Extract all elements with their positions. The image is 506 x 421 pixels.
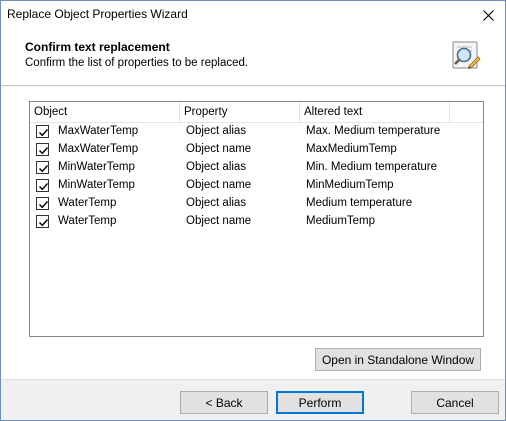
row-altered-text: MinMediumTemp <box>306 179 394 191</box>
checkmark-icon <box>39 147 49 155</box>
close-icon <box>482 9 494 21</box>
row-object: MaxWaterTemp <box>58 125 139 137</box>
row-property: Object alias <box>186 125 247 137</box>
row-object: MaxWaterTemp <box>58 143 139 155</box>
perform-button[interactable]: Perform <box>276 391 364 414</box>
list-item[interactable]: WaterTemp Object alias Medium temperatur… <box>30 195 483 213</box>
row-checkbox[interactable] <box>36 215 49 228</box>
row-altered-text: Min. Medium temperature <box>306 161 438 173</box>
wizard-window: Replace Object Properties Wizard Confirm… <box>0 0 506 421</box>
list-item[interactable]: MaxWaterTemp Object name MaxMediumTemp <box>30 141 483 159</box>
back-button[interactable]: < Back <box>180 391 268 414</box>
row-checkbox[interactable] <box>36 179 49 192</box>
column-header-object[interactable]: Object <box>30 102 180 123</box>
checkmark-icon <box>39 219 49 227</box>
checkmark-icon <box>39 165 49 173</box>
close-button[interactable] <box>471 1 505 29</box>
magnifier-edit-icon <box>452 41 481 69</box>
row-object: MinWaterTemp <box>58 161 135 173</box>
list-item[interactable]: WaterTemp Object name MediumTemp <box>30 213 483 231</box>
row-altered-text: MediumTemp <box>306 215 376 227</box>
page-subtitle: Confirm the list of properties to be rep… <box>25 57 249 69</box>
checkmark-icon <box>39 183 49 191</box>
wizard-footer: < Back Perform Cancel <box>1 379 505 420</box>
checkmark-icon <box>39 201 49 209</box>
window-title: Replace Object Properties Wizard <box>7 7 188 21</box>
properties-list[interactable]: Object Property Altered text MaxWaterTem… <box>29 101 484 337</box>
column-header-altered-text[interactable]: Altered text <box>300 102 450 123</box>
wizard-body: Object Property Altered text MaxWaterTem… <box>1 87 505 379</box>
row-property: Object alias <box>186 197 247 209</box>
row-property: Object name <box>186 179 252 191</box>
cancel-button[interactable]: Cancel <box>411 391 499 414</box>
row-object: MinWaterTemp <box>58 179 135 191</box>
list-item[interactable]: MinWaterTemp Object alias Min. Medium te… <box>30 159 483 177</box>
list-item[interactable]: MaxWaterTemp Object alias Max. Medium te… <box>30 123 483 141</box>
row-object: WaterTemp <box>58 215 117 227</box>
row-property: Object name <box>186 215 252 227</box>
column-header-property[interactable]: Property <box>180 102 300 123</box>
row-altered-text: MaxMediumTemp <box>306 143 397 155</box>
row-checkbox[interactable] <box>36 197 49 210</box>
list-header: Object Property Altered text <box>30 102 483 123</box>
row-checkbox[interactable] <box>36 143 49 156</box>
open-standalone-window-button[interactable]: Open in Standalone Window <box>315 348 481 371</box>
page-title: Confirm text replacement <box>25 40 170 54</box>
row-property: Object alias <box>186 161 247 173</box>
row-altered-text: Max. Medium temperature <box>306 125 441 137</box>
row-object: WaterTemp <box>58 197 117 209</box>
checkmark-icon <box>39 129 49 137</box>
title-bar: Replace Object Properties Wizard <box>1 1 505 29</box>
wizard-header: Confirm text replacement Confirm the lis… <box>1 29 505 86</box>
row-checkbox[interactable] <box>36 125 49 138</box>
row-altered-text: Medium temperature <box>306 197 413 209</box>
list-item[interactable]: MinWaterTemp Object name MinMediumTemp <box>30 177 483 195</box>
list-rows: MaxWaterTemp Object alias Max. Medium te… <box>30 123 483 231</box>
row-property: Object name <box>186 143 252 155</box>
row-checkbox[interactable] <box>36 161 49 174</box>
